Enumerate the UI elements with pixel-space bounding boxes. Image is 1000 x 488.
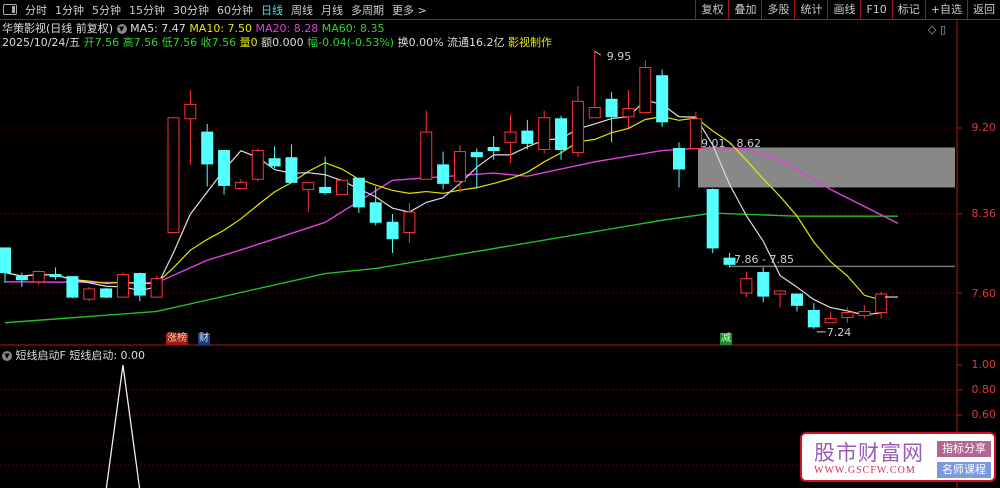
ma60-line: [4, 212, 899, 324]
indicator-tick: 0.60: [971, 408, 997, 421]
candle-down: [673, 148, 685, 170]
candle-down: [790, 293, 803, 306]
candle-down: [133, 273, 146, 296]
price-tick: 7.60: [971, 287, 997, 300]
candle-up: [32, 271, 45, 283]
indicator-name[interactable]: 短线启动F: [16, 349, 66, 362]
candle-down: [386, 221, 399, 240]
price-tick: 9.20: [971, 121, 997, 134]
candle-down: [352, 177, 365, 208]
candle-down: [807, 309, 820, 328]
chevron-down-icon[interactable]: ▼: [2, 351, 12, 361]
candle-up: [774, 290, 787, 295]
candle-up: [571, 100, 584, 154]
indicator-value: 短线启动: 0.00: [69, 349, 146, 362]
candle-down: [0, 247, 11, 274]
candle-up: [234, 181, 247, 189]
candle-down: [268, 158, 281, 167]
candle-up: [858, 310, 871, 317]
low-label: 7.24: [827, 326, 852, 339]
candle-up: [116, 274, 129, 298]
candle-down: [656, 75, 669, 123]
high-marker: [594, 50, 602, 56]
candle-down: [470, 152, 483, 158]
limit-up-tag[interactable]: 涨榜: [166, 333, 188, 345]
candle-down: [487, 146, 500, 152]
candle-down: [49, 274, 62, 278]
candle-down: [706, 189, 719, 249]
gap-line-label: 7.86 - 7.85: [734, 253, 794, 266]
candle-up: [824, 318, 837, 324]
candle-down: [218, 150, 231, 186]
high-label: 9.95: [607, 50, 632, 63]
candle-up: [841, 312, 854, 319]
logo-url: WWW.GSCFW.COM: [814, 465, 916, 476]
candle-up: [83, 288, 96, 300]
candle-up: [167, 117, 180, 234]
candle-down: [521, 130, 534, 144]
candle-up: [588, 107, 601, 119]
logo-badge-share: 指标分享: [937, 441, 991, 457]
candle-down: [285, 157, 298, 183]
candle-down: [437, 164, 450, 184]
candle-down: [100, 288, 113, 298]
candle-up: [184, 103, 197, 120]
candle-down: [369, 202, 382, 223]
candle-up: [302, 181, 315, 190]
candle-up: [251, 150, 264, 180]
candle-down: [555, 118, 568, 151]
candle-down: [757, 272, 770, 297]
candle-up: [504, 131, 517, 143]
candle-up: [403, 211, 416, 234]
candle-up: [639, 67, 652, 114]
candle-down: [66, 276, 79, 298]
price-tick: 8.36: [971, 207, 997, 220]
finance-tag[interactable]: 财: [198, 333, 210, 345]
candle-down: [605, 98, 618, 118]
candle-down: [15, 276, 28, 281]
candle-up: [689, 118, 702, 150]
candle-up: [538, 117, 551, 151]
candle-up: [622, 108, 635, 118]
logo-badge-course: 名师课程: [937, 462, 991, 478]
gap-zone: [698, 147, 955, 188]
indicator-line: [105, 364, 141, 488]
candle-down: [319, 186, 332, 194]
reduce-tag[interactable]: 减: [720, 333, 732, 345]
gap-zone-label: 9.01 - 8.62: [701, 137, 761, 150]
candle-up: [420, 131, 433, 180]
indicator-tick: 0.80: [971, 383, 997, 396]
logo-name: 股市财富网: [814, 441, 924, 465]
watermark-logo: 股市财富网 WWW.GSCFW.COM 指标分享 名师课程: [800, 432, 996, 482]
kline-chart[interactable]: 9.95 9.01 - 8.62 7.86 - 7.85 7.24: [0, 0, 1000, 488]
indicator-header: ▼ 短线启动F 短线启动: 0.00: [2, 347, 145, 363]
indicator-tick: 1.00: [971, 358, 997, 371]
candle-down: [201, 131, 214, 165]
candle-up: [453, 151, 466, 182]
candle-up: [336, 179, 348, 196]
candle-up: [150, 278, 163, 298]
candle-up: [740, 278, 753, 294]
